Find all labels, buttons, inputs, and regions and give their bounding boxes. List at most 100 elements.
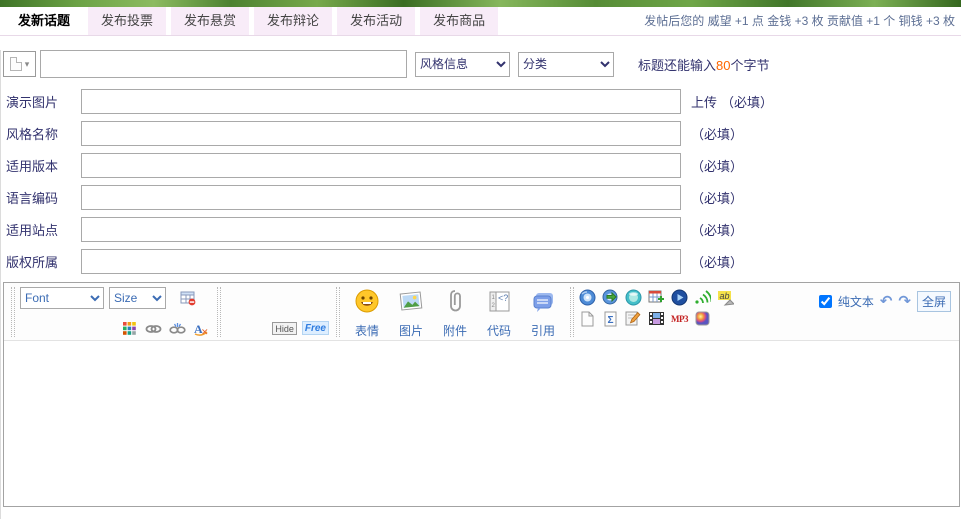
insert-group: 表情 图片 附件 xyxy=(345,286,565,338)
field-label: 版权所属 xyxy=(6,252,81,271)
quote-button[interactable]: 引用 xyxy=(527,288,559,338)
plain-text-label[interactable]: 纯文本 xyxy=(838,293,874,310)
image-button[interactable]: 图片 xyxy=(395,288,427,338)
media-export-icon[interactable] xyxy=(602,289,619,306)
upload-link[interactable]: 上传 xyxy=(691,95,717,110)
copyright-owner-input[interactable] xyxy=(81,249,681,274)
smiley-icon xyxy=(354,288,381,320)
field-label: 演示图片 xyxy=(6,92,81,111)
demo-image-input[interactable] xyxy=(81,89,681,114)
attachment-button[interactable]: 附件 xyxy=(439,288,471,338)
tab-reward[interactable]: 发布悬赏 xyxy=(171,7,249,35)
applicable-version-input[interactable] xyxy=(81,153,681,178)
blank-page-icon[interactable] xyxy=(579,310,596,327)
hint-suffix: 个字节 xyxy=(730,58,769,73)
required-note: （必填） xyxy=(691,124,743,143)
smiley-label: 表情 xyxy=(355,322,379,339)
field-label: 语言编码 xyxy=(6,188,81,207)
category-select[interactable]: 分类 xyxy=(518,52,614,77)
field-copyright-owner: 版权所属 （必填） xyxy=(1,248,961,274)
font-format-group: Font Size xyxy=(20,286,212,338)
hide-code-button[interactable]: Hide xyxy=(272,322,297,335)
required-note: （必填） xyxy=(691,156,743,175)
title-input[interactable] xyxy=(40,50,407,78)
required-note: （必填） xyxy=(691,220,743,239)
video-icon[interactable] xyxy=(648,310,665,327)
mp3-icon[interactable]: MP3 xyxy=(671,314,688,324)
hint-count: 80 xyxy=(716,58,730,73)
toolbar-drag-handle[interactable] xyxy=(570,287,574,337)
editor-toolbar: Font Size xyxy=(4,283,959,341)
field-note: 上传（必填） xyxy=(691,92,773,111)
edit-draft-icon[interactable] xyxy=(625,310,642,327)
insert-table-icon[interactable] xyxy=(648,289,665,306)
title-row: ▾ 风格信息 分类 标题还能输入80个字节 xyxy=(3,50,961,78)
style-info-select[interactable]: 风格信息 xyxy=(415,52,510,77)
field-label: 风格名称 xyxy=(6,124,81,143)
style-name-input[interactable] xyxy=(81,121,681,146)
audio-icon[interactable] xyxy=(694,289,711,306)
tab-activity[interactable]: 发布活动 xyxy=(337,7,415,35)
tab-new-topic[interactable]: 发新话题 xyxy=(5,7,83,35)
field-label: 适用版本 xyxy=(6,156,81,175)
redo-icon[interactable]: ↷ xyxy=(898,295,911,309)
required-note: （必填） xyxy=(691,252,743,271)
bbcode-group: Hide Free xyxy=(226,286,331,338)
topic-icon-dropdown[interactable]: ▾ xyxy=(3,51,36,77)
toolbar-drag-handle[interactable] xyxy=(217,287,221,337)
editor-options: 纯文本 ↶ ↷ 全屏 xyxy=(819,291,951,312)
code-button[interactable]: 12<? 代码 xyxy=(483,288,515,338)
code-label: 代码 xyxy=(487,322,511,339)
tab-poll[interactable]: 发布投票 xyxy=(88,7,166,35)
svg-text:Σ: Σ xyxy=(608,315,614,326)
font-size-select[interactable]: Size xyxy=(109,287,166,309)
flash-disc-icon[interactable] xyxy=(579,289,596,306)
fullscreen-button[interactable]: 全屏 xyxy=(917,291,951,312)
post-credits-info: 发帖后您的 威望 +1 点 金钱 +3 枚 贡献值 +1 个 铜钱 +3 枚 xyxy=(644,7,961,35)
post-editor-page: 发新话题 发布投票 发布悬赏 发布辩论 发布活动 发布商品 发帖后您的 威望 +… xyxy=(0,0,961,519)
hint-prefix: 标题还能输入 xyxy=(638,58,716,73)
toolbar-drag-handle[interactable] xyxy=(11,287,15,337)
undo-icon[interactable]: ↶ xyxy=(880,295,893,309)
smiley-button[interactable]: 表情 xyxy=(351,288,383,338)
svg-text:✕: ✕ xyxy=(201,327,209,336)
free-code-button[interactable]: Free xyxy=(302,321,329,335)
toolbar-drag-handle[interactable] xyxy=(336,287,340,337)
formula-icon[interactable]: Σ xyxy=(602,310,619,327)
quote-label: 引用 xyxy=(531,322,555,339)
table-icon[interactable] xyxy=(179,290,197,307)
highlight-ab-icon[interactable]: ab xyxy=(717,289,734,306)
font-family-select[interactable]: Font xyxy=(20,287,104,309)
bottom-spacer xyxy=(1,507,961,513)
button-icon[interactable] xyxy=(625,289,642,306)
chevron-down-icon: ▾ xyxy=(25,59,30,70)
language-encoding-input[interactable] xyxy=(81,185,681,210)
applicable-site-input[interactable] xyxy=(81,217,681,242)
tab-trade[interactable]: 发布商品 xyxy=(420,7,498,35)
svg-text:<?: <? xyxy=(498,293,508,303)
field-demo-image: 演示图片 上传（必填） xyxy=(1,88,961,114)
plain-text-checkbox[interactable] xyxy=(819,295,832,308)
quote-icon xyxy=(530,288,557,320)
image-icon xyxy=(398,288,425,320)
insert-link-icon[interactable] xyxy=(144,320,162,337)
tab-debate[interactable]: 发布辩论 xyxy=(254,7,332,35)
post-type-tabbar: 发新话题 发布投票 发布悬赏 发布辩论 发布活动 发布商品 发帖后您的 威望 +… xyxy=(0,7,961,36)
media-group: ab Σ xyxy=(579,286,734,338)
attachment-label: 附件 xyxy=(443,322,467,339)
play-media-icon[interactable] xyxy=(671,289,688,306)
svg-text:ab: ab xyxy=(720,291,730,301)
color-box-icon[interactable] xyxy=(694,310,711,327)
remove-format-icon[interactable]: A✕ xyxy=(192,320,210,337)
remove-link-icon[interactable] xyxy=(168,320,186,337)
code-icon: 12<? xyxy=(486,288,513,320)
form-area: ▾ 风格信息 分类 标题还能输入80个字节 演示图片 上传（必填） 风格名称 （… xyxy=(0,50,961,519)
title-length-hint: 标题还能输入80个字节 xyxy=(638,55,770,74)
image-label: 图片 xyxy=(399,322,423,339)
color-palette-icon[interactable] xyxy=(120,320,138,337)
field-language-encoding: 语言编码 （必填） xyxy=(1,184,961,210)
editor-content-area[interactable] xyxy=(4,341,959,506)
field-applicable-version: 适用版本 （必填） xyxy=(1,152,961,178)
header-background-image xyxy=(0,0,961,7)
required-note: （必填） xyxy=(691,188,743,207)
